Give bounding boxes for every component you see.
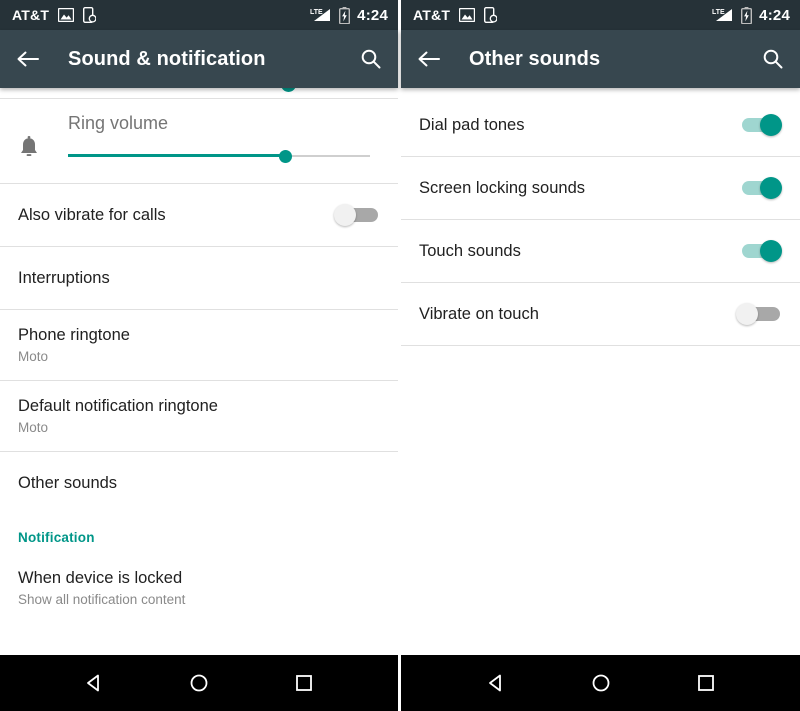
row-texts: Screen locking sounds xyxy=(419,177,736,199)
list-item-label: Default notification ringtone xyxy=(18,397,218,416)
list-item-label: When device is locked xyxy=(18,569,183,588)
bell-icon xyxy=(18,113,52,165)
nav-back-icon[interactable] xyxy=(470,660,522,706)
right-phone-screen: AT&T LTE 4:24 Other sounds Dial pad tone… xyxy=(401,0,800,711)
left-phone-screen: AT&T LTE 4:24 Sound & notification Ring … xyxy=(0,0,399,711)
search-icon[interactable] xyxy=(762,48,784,70)
nav-home-icon[interactable] xyxy=(575,660,627,706)
switch-thumb xyxy=(736,303,758,325)
list-item-label: Vibrate on touch xyxy=(419,304,539,323)
status-bar-left: AT&T LTE 4:24 xyxy=(0,0,398,30)
list-item-label: Interruptions xyxy=(18,268,110,287)
list-item-when-device-is-locked[interactable]: When device is locked Show all notificat… xyxy=(0,553,398,623)
nav-bar-left xyxy=(0,655,398,711)
toolbar-right: Other sounds xyxy=(401,30,800,88)
sim-shield-icon xyxy=(484,7,498,23)
list-item-screen-locking-sounds[interactable]: Screen locking sounds xyxy=(401,157,800,219)
image-icon xyxy=(58,8,75,22)
clock-label: 4:24 xyxy=(357,6,388,24)
nav-back-icon[interactable] xyxy=(68,660,120,706)
arrow-back-icon[interactable] xyxy=(417,49,441,69)
svg-text:LTE: LTE xyxy=(310,9,323,16)
list-item-label: Touch sounds xyxy=(419,241,521,260)
list-item-label: Dial pad tones xyxy=(419,115,525,134)
list-item-dial-pad-tones[interactable]: Dial pad tones xyxy=(401,94,800,156)
list-item-subtitle: Show all notification content xyxy=(18,592,186,608)
status-bar-left-group: AT&T xyxy=(413,7,498,23)
volume-control: Ring volume xyxy=(52,113,380,164)
row-texts: Dial pad tones xyxy=(419,114,736,136)
ring-volume-row[interactable]: Ring volume xyxy=(0,99,398,183)
list-item-touch-sounds[interactable]: Touch sounds xyxy=(401,220,800,282)
list-item-label: Also vibrate for calls xyxy=(18,205,166,224)
page-title: Other sounds xyxy=(469,47,601,70)
switch-thumb xyxy=(760,114,782,136)
list-item-other-sounds[interactable]: Other sounds xyxy=(0,452,398,514)
status-bar-right-group: LTE 4:24 xyxy=(712,6,790,24)
nav-recents-icon[interactable] xyxy=(278,660,330,706)
divider xyxy=(401,345,800,346)
battery-charging-icon xyxy=(741,6,753,24)
list-item-phone-ringtone[interactable]: Phone ringtone Moto xyxy=(0,310,398,380)
switch-thumb xyxy=(760,177,782,199)
section-header-notification: Notification xyxy=(18,530,95,545)
toggle-touch-sounds[interactable] xyxy=(736,240,782,262)
row-texts: Other sounds xyxy=(18,472,380,494)
toggle-screen-locking-sounds[interactable] xyxy=(736,177,782,199)
image-icon xyxy=(459,8,476,22)
search-icon[interactable] xyxy=(360,48,382,70)
arrow-back-icon[interactable] xyxy=(16,49,40,69)
slider-thumb[interactable] xyxy=(279,150,293,163)
row-texts: Default notification ringtone Moto xyxy=(18,395,380,437)
status-bar-right: AT&T LTE 4:24 xyxy=(401,0,800,30)
sim-shield-icon xyxy=(83,7,97,23)
lte-signal-icon: LTE xyxy=(310,7,332,23)
nav-home-icon[interactable] xyxy=(173,660,225,706)
battery-charging-icon xyxy=(339,6,351,24)
row-texts: Also vibrate for calls xyxy=(18,204,334,226)
list-item-also-vibrate-for-calls[interactable]: Also vibrate for calls xyxy=(0,184,398,246)
toggle-also-vibrate-for-calls[interactable] xyxy=(334,204,380,226)
switch-thumb xyxy=(760,240,782,262)
row-texts: Interruptions xyxy=(18,267,380,289)
clock-label: 4:24 xyxy=(759,6,790,24)
svg-text:LTE: LTE xyxy=(712,9,725,16)
settings-list-right: Dial pad tones Screen locking sounds Tou… xyxy=(401,88,800,655)
row-texts: When device is locked Show all notificat… xyxy=(18,567,380,609)
lte-signal-icon: LTE xyxy=(712,7,734,23)
nav-bar-right xyxy=(401,655,800,711)
list-item-label: Other sounds xyxy=(18,473,118,492)
nav-recents-icon[interactable] xyxy=(680,660,732,706)
list-item-subtitle: Moto xyxy=(18,420,49,436)
toggle-vibrate-on-touch[interactable] xyxy=(736,303,782,325)
row-texts: Touch sounds xyxy=(419,240,736,262)
row-texts: Vibrate on touch xyxy=(419,303,736,325)
dual-screenshot-container: AT&T LTE 4:24 Sound & notification Ring … xyxy=(0,0,800,711)
scrolled-slider-peek xyxy=(0,88,398,98)
list-item-default-notification-ringtone[interactable]: Default notification ringtone Moto xyxy=(0,381,398,451)
list-item-interruptions[interactable]: Interruptions xyxy=(0,247,398,309)
slider-fill xyxy=(68,154,286,157)
ring-volume-slider[interactable] xyxy=(68,148,370,164)
settings-list-left: Ring volume Also vibrate for calls Inter… xyxy=(0,88,398,655)
row-texts: Phone ringtone Moto xyxy=(18,324,380,366)
partial-slider-thumb xyxy=(281,88,296,92)
list-item-label: Screen locking sounds xyxy=(419,178,586,197)
switch-thumb xyxy=(334,204,356,226)
page-title: Sound & notification xyxy=(68,47,266,70)
carrier-label: AT&T xyxy=(413,7,451,23)
status-bar-right-group: LTE 4:24 xyxy=(310,6,388,24)
list-item-label: Phone ringtone xyxy=(18,326,130,345)
ring-volume-label: Ring volume xyxy=(68,113,169,133)
status-bar-left-group: AT&T xyxy=(12,7,97,23)
list-item-subtitle: Moto xyxy=(18,349,49,365)
list-item-vibrate-on-touch[interactable]: Vibrate on touch xyxy=(401,283,800,345)
carrier-label: AT&T xyxy=(12,7,50,23)
toggle-dial-pad-tones[interactable] xyxy=(736,114,782,136)
toolbar-left: Sound & notification xyxy=(0,30,398,88)
